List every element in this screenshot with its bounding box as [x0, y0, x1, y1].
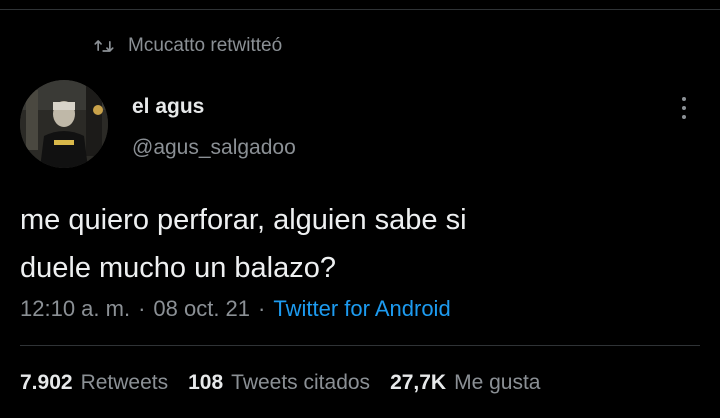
stats-divider: [20, 345, 700, 346]
tweet-stats: 7.902 Retweets 108 Tweets citados 27,7K …: [20, 368, 541, 398]
retweets-stat[interactable]: 7.902 Retweets: [20, 371, 168, 395]
tweet-date[interactable]: 08 oct. 21: [153, 296, 250, 322]
dot: [682, 97, 686, 101]
retweets-label: Retweets: [80, 371, 169, 394]
author-handle[interactable]: @agus_salgadoo: [132, 136, 296, 160]
author-name[interactable]: el agus: [132, 95, 204, 119]
quote-tweets-stat[interactable]: 108 Tweets citados: [188, 371, 370, 395]
quote-tweets-count: 108: [188, 371, 224, 394]
tweet-text: me quiero perforar, alguien sabe si duel…: [20, 196, 670, 292]
meta-separator: ·: [138, 296, 146, 321]
tweet-text-line: duele mucho un balazo?: [20, 252, 337, 284]
meta-separator: ·: [258, 296, 266, 321]
retweet-banner-text[interactable]: Mcucatto retwitteó: [128, 35, 282, 57]
likes-label: Me gusta: [454, 371, 541, 394]
likes-stat[interactable]: 27,7K Me gusta: [390, 371, 540, 395]
retweet-icon: [94, 40, 114, 52]
tweet-source-link[interactable]: Twitter for Android: [273, 296, 450, 322]
avatar-image: [20, 80, 108, 168]
tweet-text-line: me quiero perforar, alguien sabe si: [20, 204, 467, 236]
tweet-view: Mcucatto retwitteó el agus @agus_salgado…: [0, 0, 720, 418]
retweets-count: 7.902: [20, 371, 73, 394]
quote-tweets-label: Tweets citados: [231, 371, 371, 394]
retweet-banner[interactable]: Mcucatto retwitteó: [94, 34, 282, 58]
top-divider: [0, 9, 720, 10]
avatar[interactable]: [20, 80, 108, 168]
likes-count: 27,7K: [390, 371, 447, 394]
dot: [682, 106, 686, 110]
tweet-meta: 12:10 a. m. · 08 oct. 21 · Twitter for A…: [20, 294, 451, 324]
more-options-icon[interactable]: [672, 94, 696, 122]
dot: [682, 115, 686, 119]
tweet-time[interactable]: 12:10 a. m.: [20, 296, 130, 322]
